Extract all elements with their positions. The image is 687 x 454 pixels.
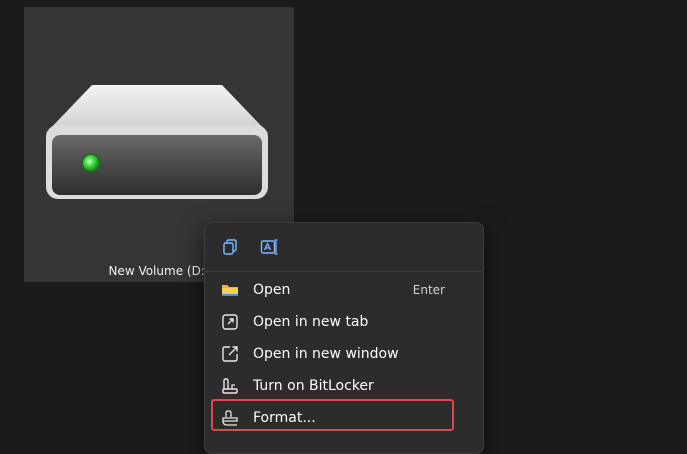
menu-item-label: Turn on BitLocker (253, 378, 374, 394)
open-new-window-icon (219, 343, 241, 365)
menu-separator (205, 271, 483, 272)
format-highlight-box (211, 399, 454, 431)
menu-item-open-in-new-window[interactable]: Open in new window (209, 339, 479, 369)
open-new-tab-icon (219, 311, 241, 333)
rename-button[interactable] (255, 233, 283, 261)
menu-item-label: Open (253, 282, 291, 298)
copy-icon (223, 239, 237, 255)
menu-item-label: Open in new window (253, 346, 399, 362)
drive-icon (46, 85, 268, 199)
folder-icon (219, 279, 241, 301)
menu-item-shortcut: Enter (412, 283, 445, 297)
quick-actions-bar (205, 223, 483, 271)
menu-item-open[interactable]: Open Enter (209, 275, 479, 305)
rename-icon (260, 239, 278, 255)
menu-item-label: Open in new tab (253, 314, 369, 330)
copy-button[interactable] (216, 233, 244, 261)
menu-item-open-in-new-tab[interactable]: Open in new tab (209, 307, 479, 337)
menu-item-turn-on-bitlocker[interactable]: Turn on BitLocker (209, 371, 479, 401)
bitlocker-key-icon (219, 375, 241, 397)
